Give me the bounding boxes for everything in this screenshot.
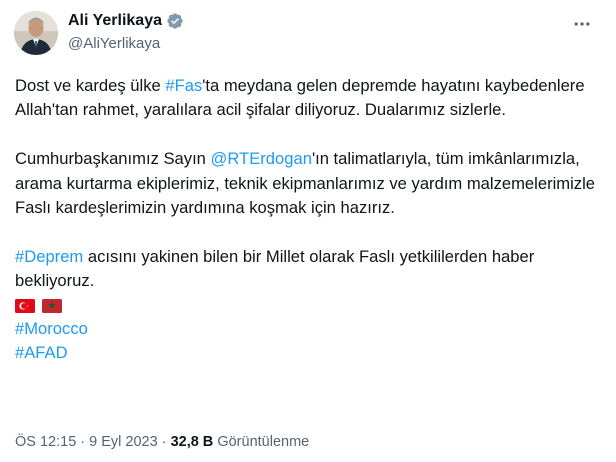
author-name[interactable]: Ali Yerlikaya: [68, 12, 162, 30]
tweet-paragraph-2: Cumhurbaşkanımız Sayın @RTErdogan'ın tal…: [15, 147, 600, 220]
tweet-card: Ali Yerlikaya @AliYerlikaya Dost ve kard…: [0, 0, 616, 462]
tweet-meta: ÖS 12:15 · 9 Eyl 2023 · 32,8 B Görüntüle…: [15, 434, 309, 450]
views-label: Görüntülenme: [217, 434, 310, 450]
tweet-line-morocco: #Morocco: [15, 317, 600, 341]
tweet-timestamp[interactable]: ÖS 12:15 · 9 Eyl 2023 ·: [15, 434, 171, 450]
views-count: 32,8 B: [170, 434, 214, 450]
more-options-button[interactable]: [570, 12, 594, 36]
avatar[interactable]: [14, 11, 58, 55]
text-span: Cumhurbaşkanımız Sayın: [15, 149, 211, 169]
tweet-paragraph-1: Dost ve kardeş ülke #Fas'ta meydana gele…: [15, 74, 600, 123]
author-handle[interactable]: @AliYerlikaya: [68, 35, 160, 52]
verified-badge-icon: [166, 12, 184, 30]
tweet-paragraph-3: #Deprem acısını yakinen bilen bir Millet…: [15, 245, 600, 294]
hashtag-fas-link[interactable]: #Fas: [165, 76, 202, 95]
hashtag-deprem-link[interactable]: #Deprem: [15, 247, 83, 266]
turkey-flag-icon: [15, 298, 35, 313]
mention-rterdogan-link[interactable]: @RTErdogan: [211, 149, 312, 168]
tweet-text: Dost ve kardeş ülke #Fas'ta meydana gele…: [15, 74, 600, 365]
tweet-line-afad: #AFAD: [15, 341, 600, 365]
profile-photo-icon: [14, 11, 58, 55]
flag-emojis: [15, 296, 600, 316]
author-name-row: Ali Yerlikaya: [68, 12, 184, 30]
more-dots-icon: [574, 22, 590, 26]
text-span: Dost ve kardeş ülke: [15, 76, 166, 95]
text-span: acısını yakinen bilen bir Millet olarak …: [15, 246, 535, 291]
hashtag-afad-link[interactable]: #AFAD: [15, 343, 68, 362]
morocco-flag-icon: [42, 298, 62, 313]
hashtag-morocco-link[interactable]: #Morocco: [15, 319, 88, 338]
